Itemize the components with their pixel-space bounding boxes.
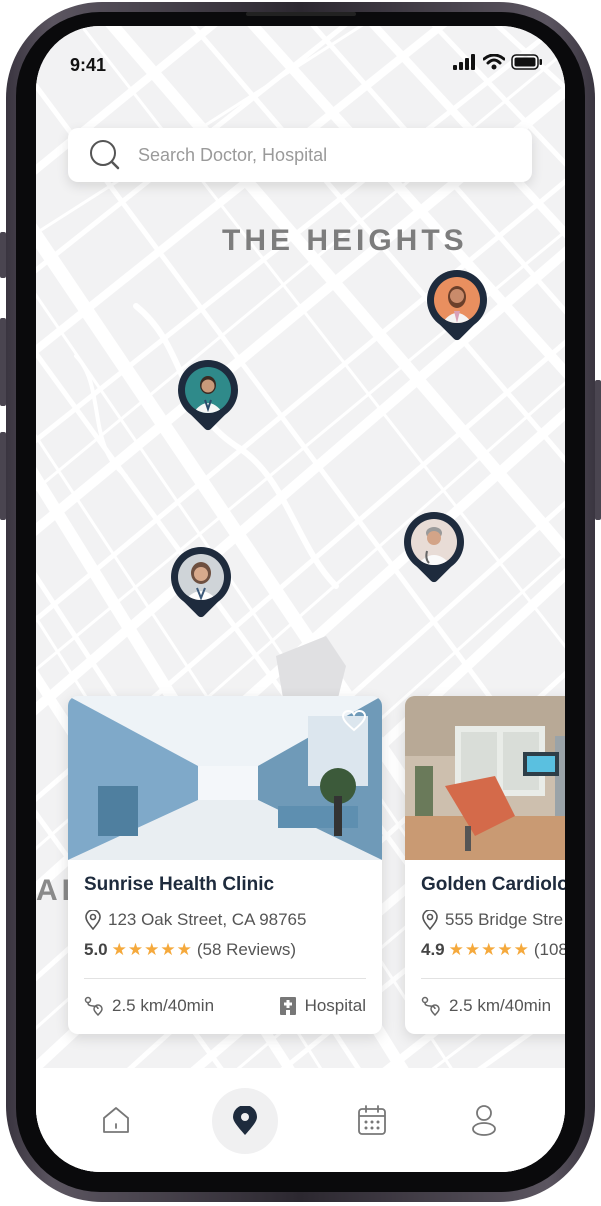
clinic-rating: 4.9: [421, 940, 445, 959]
clinic-name: Sunrise Health Clinic: [84, 874, 275, 895]
wifi-icon: [483, 54, 505, 70]
location-pin-icon: [233, 1106, 257, 1135]
doctor-avatar: [185, 367, 231, 413]
map-label-the-heights: THE HEIGHTS: [222, 224, 468, 257]
battery-icon: [511, 54, 542, 70]
nav-profile[interactable]: [454, 1090, 514, 1150]
clinic-card[interactable]: Sunrise Health Clinic 123 Oak Street, CA…: [68, 696, 382, 1034]
divider: [84, 978, 366, 979]
clinic-type: Hospital: [304, 996, 366, 1015]
status-icons: [453, 54, 543, 70]
clinic-photo: [405, 696, 565, 860]
bottom-nav: [36, 1068, 565, 1172]
clinic-address-row: 555 Bridge Stre: [421, 910, 563, 930]
route-icon: [421, 996, 440, 1016]
nav-calendar[interactable]: [342, 1090, 402, 1150]
location-icon: [422, 910, 438, 930]
route-icon: [84, 996, 103, 1016]
clinic-type-row: Hospital: [279, 996, 366, 1016]
clinic-rating: 5.0: [84, 940, 108, 959]
clinic-name: Golden Cardiolo: [421, 874, 565, 895]
doctor-pin[interactable]: [404, 512, 464, 584]
doctor-pin[interactable]: [171, 547, 231, 619]
location-icon: [85, 910, 101, 930]
clinic-reviews: (108: [533, 940, 565, 959]
clinic-distance: 2.5 km/40min: [112, 996, 215, 1015]
volume-up-button: [0, 318, 6, 406]
calendar-icon: [358, 1105, 386, 1135]
nav-home[interactable]: [86, 1090, 146, 1150]
clinic-card[interactable]: Golden Cardiolo 555 Bridge Stre 4.9 ★★★★…: [405, 696, 565, 1034]
search-icon: [90, 140, 120, 170]
power-button: [595, 380, 601, 520]
star-rating-icons: ★★★★★: [111, 940, 193, 959]
search-input[interactable]: [136, 143, 500, 167]
home-icon: [103, 1107, 129, 1133]
clinic-address-row: 123 Oak Street, CA 98765: [84, 910, 306, 930]
doctor-pin[interactable]: [427, 270, 487, 342]
hospital-icon: [279, 997, 296, 1015]
clinic-rating-row: 4.9 ★★★★★ (108: [421, 940, 565, 960]
doctor-avatar: [178, 554, 224, 600]
clinic-photo: [68, 696, 382, 860]
screen: THE HEIGHTS AL 9:41 Search Doctor, Hospi…: [36, 26, 565, 1172]
clinic-address: 555 Bridge Stre: [445, 910, 564, 929]
profile-icon: [472, 1105, 496, 1136]
signal-icon: [453, 54, 475, 70]
doctor-avatar: [434, 277, 480, 323]
silent-switch: [0, 232, 6, 278]
search-bar[interactable]: [68, 128, 532, 182]
divider: [421, 978, 565, 979]
star-rating-icons: ★★★★★: [448, 940, 530, 959]
favorite-icon[interactable]: [342, 710, 366, 732]
nav-map[interactable]: [212, 1088, 278, 1154]
status-time: 9:41: [70, 55, 107, 75]
volume-down-button: [0, 432, 6, 520]
clinic-distance-row: 2.5 km/40min: [84, 996, 214, 1016]
speaker: [246, 12, 356, 16]
clinic-address: 123 Oak Street, CA 98765: [108, 910, 307, 929]
clinic-distance: 2.5 km/40min: [449, 996, 552, 1015]
clinic-reviews: (58 Reviews): [196, 940, 297, 959]
doctor-pin[interactable]: [178, 360, 238, 432]
doctor-avatar: [411, 519, 457, 565]
clinic-rating-row: 5.0 ★★★★★ (58 Reviews): [84, 940, 296, 960]
clinic-distance-row: 2.5 km/40min: [421, 996, 551, 1016]
